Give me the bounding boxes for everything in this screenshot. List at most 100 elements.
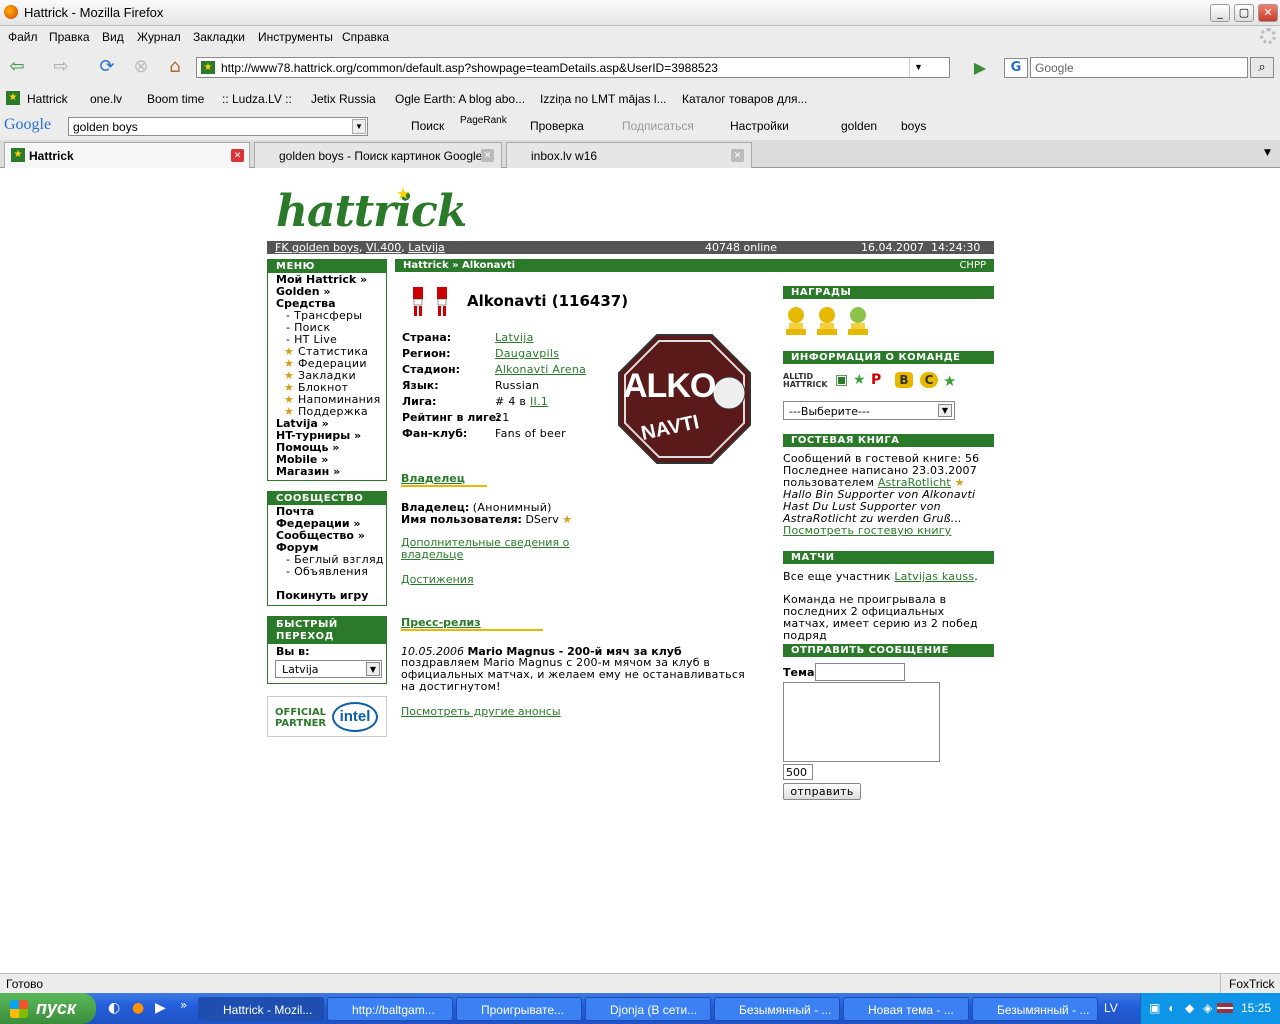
menu-bookmarks[interactable]: Закладки [193,30,245,44]
team-info-select[interactable]: ---Выберите--- ▼ [783,401,955,420]
go-button[interactable]: ▶ [970,58,990,78]
tray-flag-icon[interactable] [1217,1003,1233,1013]
owner-more-link[interactable]: Дополнительные сведения о владельце [401,537,576,561]
forward-button[interactable]: ⇨ [48,54,74,80]
reload-icon[interactable]: ⟳ [94,54,120,80]
country-link[interactable]: Latvija [408,241,445,254]
breadcrumb[interactable]: Hattrick » Alkonavti [403,259,515,272]
team-link[interactable]: FK golden boys [275,241,359,254]
quicklaunch-more-icon[interactable]: » [180,998,187,1012]
bookmark-hattrick[interactable]: Hattrick [27,92,68,106]
highlight-boys[interactable]: boys [901,119,926,133]
close-icon[interactable]: ✕ [731,149,744,162]
message-textarea[interactable] [783,682,940,762]
menu-help[interactable]: Справка [342,30,389,44]
maximize-button[interactable]: ▢ [1234,4,1254,22]
press-more-link[interactable]: Посмотреть другие анонсы [401,705,561,718]
task-baltgam[interactable]: http://baltgam... [327,997,453,1021]
c-icon[interactable]: C [920,372,938,388]
foxtrick-label[interactable]: FoxTrick [1220,974,1275,994]
menu-history[interactable]: Журнал [137,30,181,44]
close-button[interactable]: ✕ [1258,4,1278,22]
start-button[interactable]: пуск [0,993,96,1024]
search-engine-icon[interactable]: G [1004,58,1028,78]
tab-google-images[interactable]: golden boys - Поиск картинок Google ✕ [254,142,502,168]
guestbook-header: ГОСТЕВАЯ КНИГА [783,434,994,447]
task-untitled-1[interactable]: Безымянный - ... [714,997,840,1021]
language-indicator[interactable]: LV [1104,1001,1118,1015]
task-djonja[interactable]: Djonja (В сети... [585,997,711,1021]
url-field[interactable]: ★ http://www78.hattrick.org/common/defau… [196,57,950,78]
quicklaunch-media-icon[interactable]: ▶ [155,1000,166,1016]
stadium-value[interactable]: Alkonavti Arena [495,363,586,376]
url-dropdown-icon[interactable]: ▼ [909,58,927,77]
country-value[interactable]: Latvija [495,331,534,344]
close-icon[interactable]: ✕ [231,149,244,162]
bookmark-jetix[interactable]: Jetix Russia [311,92,376,106]
league-link[interactable]: VI.400 [366,241,401,254]
quicklaunch-firefox-icon[interactable]: ● [132,1000,144,1016]
search-input[interactable]: Google [1030,57,1248,78]
tab-inbox[interactable]: inbox.lv w16 ✕ [506,142,752,168]
chevron-down-icon[interactable]: ▼ [352,119,366,134]
tray-messenger-icon[interactable]: ◆ [1185,1001,1194,1015]
tray-sound-icon[interactable]: ◖ [1167,1001,1174,1015]
task-hattrick[interactable]: Hattrick - Mozil... [198,997,324,1021]
menu-shop[interactable]: Магазин » [276,465,340,478]
forum-announcements[interactable]: - Объявления [286,565,368,578]
ht-icon[interactable]: ▣ [835,372,848,388]
field-label: Рейтинг в лиге: [402,411,501,424]
green-star-icon[interactable]: ★ [943,372,956,390]
achievements-link[interactable]: Достижения [401,573,474,586]
menu-file[interactable]: Файл [8,30,38,44]
minimize-button[interactable]: _ [1210,4,1230,22]
menu-tools[interactable]: Инструменты [258,30,333,44]
guestbook-info: Сообщений в гостевой книге: 56 Последнее… [783,453,994,537]
back-button[interactable]: ⇦ [4,54,30,80]
b-icon[interactable]: B [895,372,913,388]
subject-input[interactable] [815,663,905,681]
region-value[interactable]: Daugavpils [495,347,559,360]
tray-security-icon[interactable]: ◈ [1203,1001,1212,1015]
spellcheck-button[interactable]: Проверка [530,119,584,133]
google-logo[interactable]: Google [4,116,51,134]
stop-icon[interactable]: ⊗ [128,54,154,80]
tab-list-icon[interactable]: ▼ [1264,148,1271,158]
task-player[interactable]: Проигрывате... [456,997,582,1021]
tab-hattrick[interactable]: ★ Hattrick ✕ [4,142,250,168]
send-button[interactable]: отправить [783,783,861,800]
guestbook-view-link[interactable]: Посмотреть гостевую книгу [783,525,994,537]
settings-button[interactable]: Настройки [730,119,789,133]
bookmark-onelv[interactable]: one.lv [90,92,122,106]
close-icon[interactable]: ✕ [481,149,494,162]
alltid-hattrick-icon[interactable]: ALLTID HATTRICK [783,373,831,389]
bookmark-katalog[interactable]: Каталог товаров для... [682,92,807,106]
task-untitled-2[interactable]: Безымянный - ... [972,997,1098,1021]
subscribe-button[interactable]: Подписаться [622,119,694,133]
bookmark-boomtime[interactable]: Boom time [147,92,204,106]
cup-link[interactable]: Latvijas kauss [894,570,974,583]
google-query-input[interactable]: golden boys ▼ [68,117,368,136]
menu-view[interactable]: Вид [102,30,124,44]
hattrick-logo[interactable]: hattrick [276,186,467,237]
league-link[interactable]: II.1 [530,395,548,408]
p-icon[interactable]: P [871,372,881,388]
task-new-topic[interactable]: Новая тема - ... [843,997,969,1021]
home-icon[interactable]: ⌂ [162,54,188,80]
leave-game-link[interactable]: Покинуть игру [276,589,368,602]
star-icon[interactable]: ★ [853,372,866,388]
team-info-select-value: ---Выберите--- [789,405,870,418]
bookmark-ogle[interactable]: Ogle Earth: A blog abo... [395,92,525,106]
field-label: Лига: [402,395,437,408]
quicklaunch-ie-icon[interactable]: ◐ [108,1000,120,1016]
message-header: ОТПРАВИТЬ СООБЩЕНИЕ [783,644,994,657]
bookmark-ludza[interactable]: :: Ludza.LV :: [222,92,292,106]
tray-network-icon[interactable]: ▣ [1149,1001,1160,1015]
search-icon[interactable]: ⌕ [1250,57,1274,78]
menu-edit[interactable]: Правка [49,30,90,44]
quick-jump-select[interactable]: Latvija ▼ [275,660,382,678]
partner-box[interactable]: OFFICIAL PARTNER intel [267,696,387,737]
highlight-golden[interactable]: golden [841,119,877,133]
bookmark-lmt[interactable]: Izziņa no LMT mājas l... [540,92,667,106]
google-search-button[interactable]: Поиск [411,119,444,133]
